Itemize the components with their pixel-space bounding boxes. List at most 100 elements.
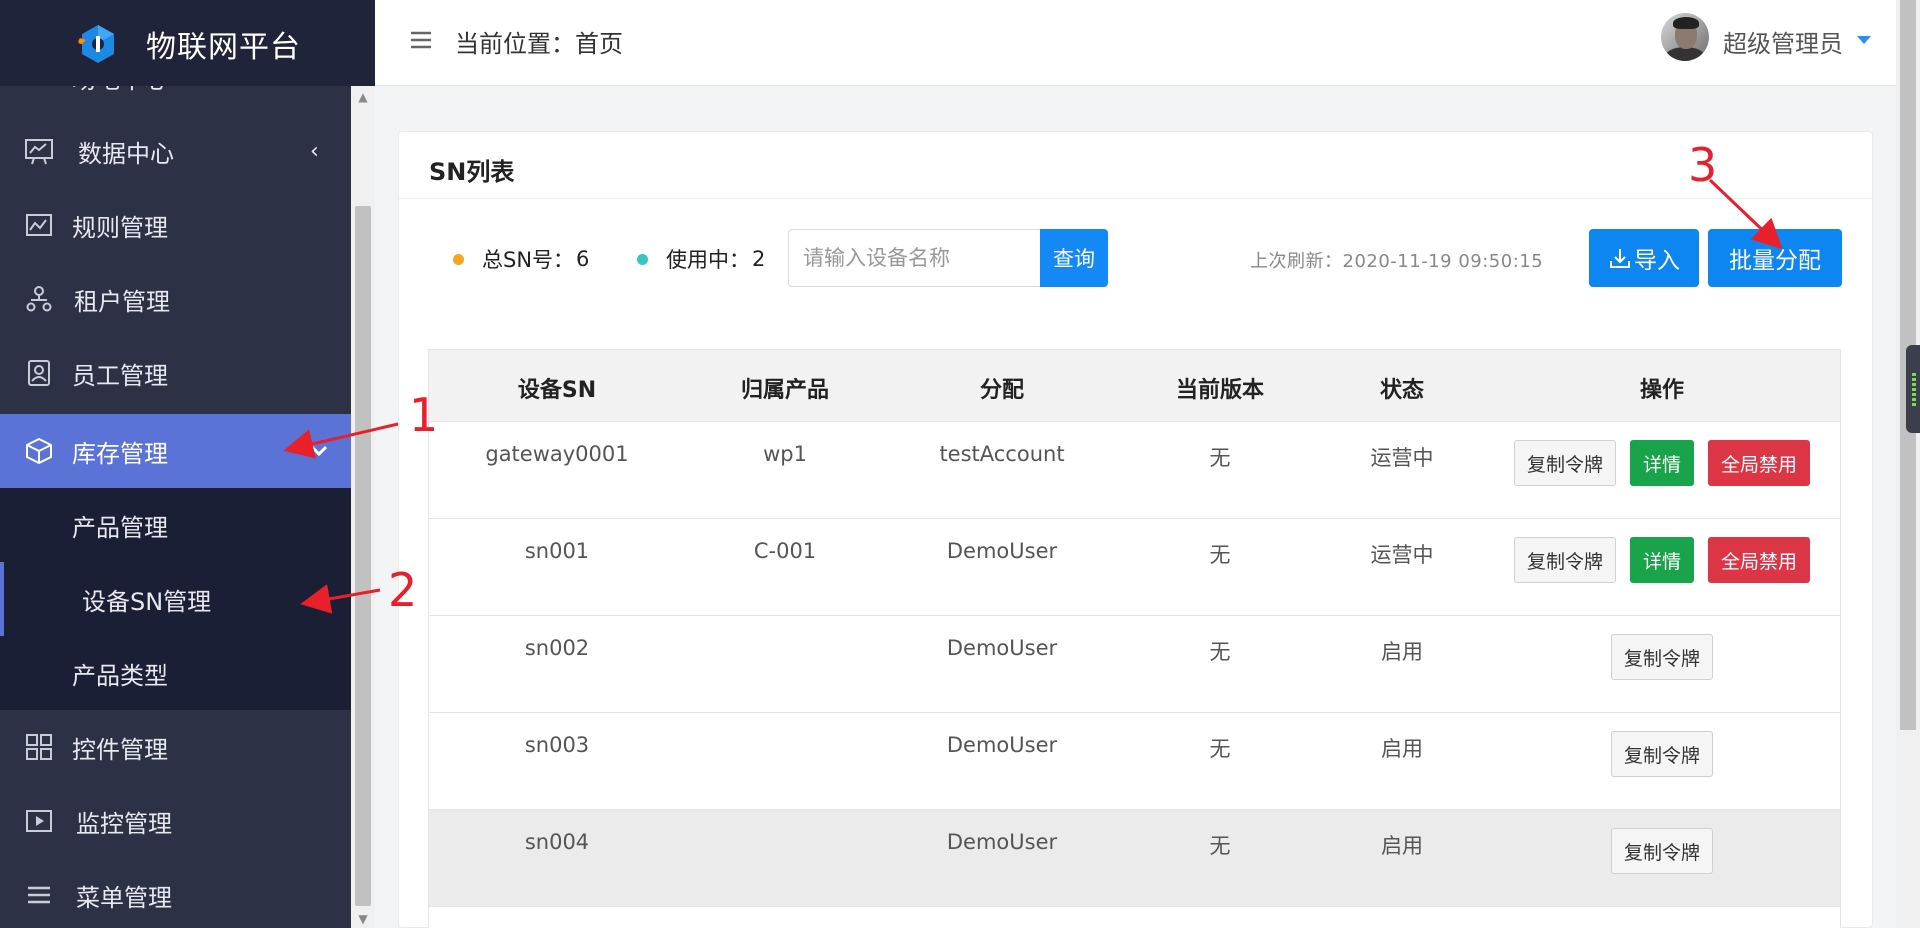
sidebar-item-menus[interactable]: 菜单管理	[0, 858, 351, 928]
table-row: sn003 DemoUser 无 启用 复制令牌	[428, 713, 1841, 810]
sidebar-item-staff[interactable]: 员工管理	[0, 336, 351, 410]
sidebar-item-label: 产品管理	[72, 513, 168, 542]
sidebar-item-venue[interactable]: 场地中心	[0, 86, 351, 114]
global-disable-button[interactable]: 全局禁用	[1708, 537, 1811, 583]
last-refresh: 上次刷新：2020-11-19 09:50:15	[1250, 247, 1543, 273]
sn-table: 设备SN 归属产品 分配 当前版本 状态 操作 gateway0001 wp1 …	[428, 349, 1841, 928]
column-header: 状态	[1379, 378, 1425, 403]
refresh-time: 2020-11-19 09:50:15	[1342, 251, 1544, 272]
copy-token-button[interactable]: 复制令牌	[1513, 440, 1616, 486]
breadcrumb: 当前位置：首页	[455, 30, 623, 58]
stat-total-label: 总SN号：	[482, 248, 575, 272]
copy-token-button[interactable]: 复制令牌	[1610, 731, 1714, 777]
cell-status: 启用	[1381, 640, 1423, 664]
sidebar-item-label: 设备SN管理	[82, 587, 212, 616]
sidebar-item-data-center[interactable]: 数据中心 ‹	[0, 114, 351, 188]
sidebar-scrollbar[interactable]: ▲ ▼	[351, 86, 375, 928]
row-actions: 复制令牌	[1610, 731, 1714, 777]
brand-bar: 物联网平台	[0, 0, 375, 86]
stat-inuse-value: 2	[752, 247, 766, 271]
cell-sn: sn001	[524, 539, 590, 563]
rules-icon	[26, 214, 52, 236]
row-actions: 复制令牌	[1610, 634, 1714, 680]
global-disable-button[interactable]: 全局禁用	[1708, 440, 1811, 486]
sidebar-item-label: 控件管理	[72, 735, 168, 764]
annotation-label-2: 2	[388, 563, 418, 617]
sidebar-item-widgets[interactable]: 控件管理	[0, 710, 351, 784]
sidebar-item-label: 库存管理	[72, 439, 168, 468]
sidebar-item-label: 员工管理	[72, 361, 168, 390]
copy-token-button[interactable]: 复制令牌	[1513, 537, 1616, 583]
column-header: 归属产品	[740, 378, 830, 403]
cell-version: 无	[1209, 543, 1231, 567]
copy-token-button[interactable]: 复制令牌	[1610, 828, 1714, 874]
table-header: 设备SN 归属产品 分配 当前版本 状态 操作	[428, 349, 1841, 422]
cell-status: 启用	[1381, 737, 1423, 761]
logo-icon	[78, 25, 114, 63]
sidebar: 场地中心 数据中心 ‹ 规则管理 租户管理 员工管理 库存管理 产品管理 设备S	[0, 0, 351, 928]
sidebar-scrollbar-thumb[interactable]	[355, 206, 371, 906]
sidebar-item-label: 数据中心	[78, 139, 174, 168]
cell-version: 无	[1209, 737, 1231, 761]
page-scrollbar[interactable]	[1896, 0, 1920, 928]
cell-sn: sn002	[524, 636, 590, 660]
sidebar-item-label: 产品类型	[72, 661, 168, 690]
copy-token-button[interactable]: 复制令牌	[1610, 634, 1714, 680]
staff-icon	[28, 360, 50, 386]
sidebar-item-label: 菜单管理	[76, 883, 172, 912]
stat-total: 总SN号： 6	[453, 244, 589, 274]
refresh-label: 上次刷新：	[1250, 251, 1343, 272]
search-button[interactable]: 查询	[1040, 229, 1108, 287]
sidebar-item-products[interactable]: 产品管理	[0, 488, 351, 562]
chevron-down-icon	[310, 445, 328, 457]
cell-product: C-001	[753, 539, 817, 563]
cell-assign: DemoUser	[946, 636, 1058, 660]
detail-button[interactable]: 详情	[1629, 537, 1695, 583]
sidebar-item-label: 场地中心	[72, 86, 168, 95]
table-row: sn004 DemoUser 无 启用 复制令牌	[428, 810, 1841, 907]
scroll-down-icon[interactable]: ▼	[351, 912, 375, 926]
hamburger-icon[interactable]	[409, 28, 433, 52]
detail-button[interactable]: 详情	[1629, 440, 1695, 486]
status-dot-icon	[453, 253, 464, 265]
sidebar-item-monitor[interactable]: 监控管理	[0, 784, 351, 858]
card-title: SN列表	[429, 158, 515, 186]
cell-assign: DemoUser	[946, 733, 1058, 757]
annotation-label-3: 3	[1688, 138, 1718, 192]
sidebar-item-label: 规则管理	[72, 213, 168, 242]
sidebar-item-product-types[interactable]: 产品类型	[0, 636, 351, 710]
widgets-icon	[26, 734, 52, 760]
cell-assign: testAccount	[939, 442, 1065, 466]
column-header: 当前版本	[1175, 378, 1265, 403]
sidebar-item-label: 租户管理	[74, 287, 170, 316]
caret-down-icon[interactable]	[1857, 36, 1871, 44]
scroll-up-icon[interactable]: ▲	[351, 90, 375, 104]
cell-assign: DemoUser	[946, 539, 1058, 563]
sn-list-card: SN列表 总SN号： 6 使用中： 2 查询 上次刷新：2020-11-19 0…	[398, 131, 1873, 928]
stat-total-value: 6	[576, 247, 590, 271]
tenant-icon	[26, 286, 52, 312]
stat-inuse-label: 使用中：	[666, 248, 750, 272]
table-row	[428, 907, 1841, 928]
search-input[interactable]	[788, 229, 1040, 287]
stat-in-use: 使用中： 2	[637, 244, 765, 274]
batch-assign-button[interactable]: 批量分配	[1708, 229, 1842, 287]
app-title: 物联网平台	[146, 30, 301, 65]
download-icon	[1610, 249, 1630, 268]
sidebar-item-inventory[interactable]: 库存管理	[0, 414, 351, 488]
cell-status: 启用	[1381, 834, 1423, 858]
user-name[interactable]: 超级管理员	[1723, 24, 1843, 59]
cell-sn: sn004	[524, 830, 590, 854]
sidebar-item-tenant[interactable]: 租户管理	[0, 262, 351, 336]
avatar[interactable]	[1661, 13, 1709, 61]
cell-status: 运营中	[1370, 446, 1434, 470]
import-button[interactable]: 导入	[1589, 229, 1699, 287]
side-widget-handle[interactable]	[1906, 345, 1920, 433]
sidebar-item-rules[interactable]: 规则管理	[0, 188, 351, 262]
divider	[399, 198, 1872, 199]
cell-status: 运营中	[1370, 543, 1434, 567]
sidebar-item-device-sn[interactable]: 设备SN管理	[0, 562, 351, 636]
cell-assign: DemoUser	[946, 830, 1058, 854]
table-row: sn001 C-001 DemoUser 无 运营中 复制令牌 详情 全局禁用	[428, 519, 1841, 616]
venue-icon	[24, 86, 54, 92]
